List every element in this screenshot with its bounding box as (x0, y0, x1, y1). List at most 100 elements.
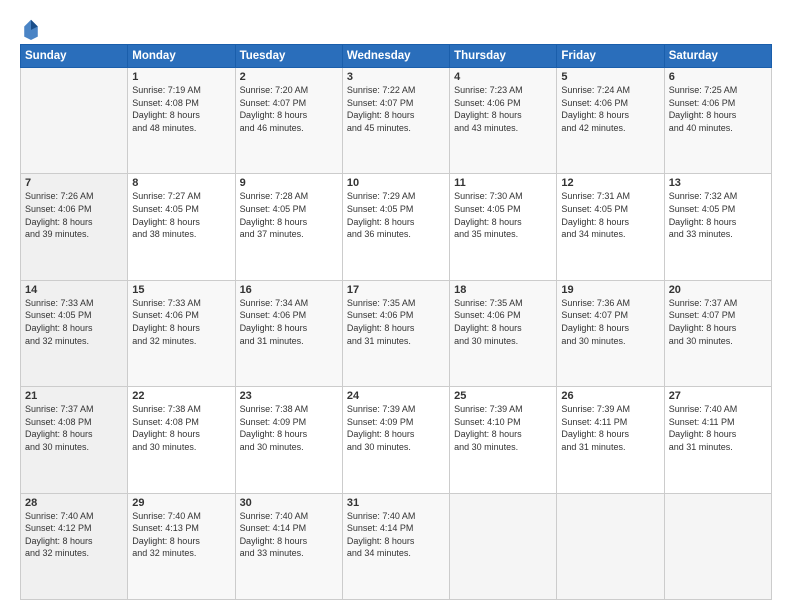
calendar-cell: 22Sunrise: 7:38 AMSunset: 4:08 PMDayligh… (128, 387, 235, 493)
calendar-cell: 8Sunrise: 7:27 AMSunset: 4:05 PMDaylight… (128, 174, 235, 280)
day-info: Sunrise: 7:23 AMSunset: 4:06 PMDaylight:… (454, 84, 552, 134)
calendar-cell: 9Sunrise: 7:28 AMSunset: 4:05 PMDaylight… (235, 174, 342, 280)
calendar-cell: 1Sunrise: 7:19 AMSunset: 4:08 PMDaylight… (128, 68, 235, 174)
header (20, 18, 772, 40)
weekday-header-friday: Friday (557, 45, 664, 68)
day-number: 25 (454, 390, 552, 402)
day-info: Sunrise: 7:25 AMSunset: 4:06 PMDaylight:… (669, 84, 767, 134)
day-info: Sunrise: 7:37 AMSunset: 4:08 PMDaylight:… (25, 403, 123, 453)
weekday-header-wednesday: Wednesday (342, 45, 449, 68)
day-number: 31 (347, 497, 445, 509)
day-number: 12 (561, 177, 659, 189)
calendar-cell (21, 68, 128, 174)
day-number: 13 (669, 177, 767, 189)
day-number: 27 (669, 390, 767, 402)
calendar-cell: 2Sunrise: 7:20 AMSunset: 4:07 PMDaylight… (235, 68, 342, 174)
day-info: Sunrise: 7:19 AMSunset: 4:08 PMDaylight:… (132, 84, 230, 134)
day-info: Sunrise: 7:33 AMSunset: 4:06 PMDaylight:… (132, 297, 230, 347)
day-number: 17 (347, 284, 445, 296)
day-info: Sunrise: 7:38 AMSunset: 4:09 PMDaylight:… (240, 403, 338, 453)
day-number: 4 (454, 71, 552, 83)
calendar-cell: 23Sunrise: 7:38 AMSunset: 4:09 PMDayligh… (235, 387, 342, 493)
day-info: Sunrise: 7:31 AMSunset: 4:05 PMDaylight:… (561, 190, 659, 240)
calendar-week-2: 7Sunrise: 7:26 AMSunset: 4:06 PMDaylight… (21, 174, 772, 280)
day-info: Sunrise: 7:35 AMSunset: 4:06 PMDaylight:… (454, 297, 552, 347)
day-info: Sunrise: 7:22 AMSunset: 4:07 PMDaylight:… (347, 84, 445, 134)
calendar-cell: 24Sunrise: 7:39 AMSunset: 4:09 PMDayligh… (342, 387, 449, 493)
weekday-header-sunday: Sunday (21, 45, 128, 68)
day-number: 21 (25, 390, 123, 402)
calendar-cell: 7Sunrise: 7:26 AMSunset: 4:06 PMDaylight… (21, 174, 128, 280)
day-number: 22 (132, 390, 230, 402)
calendar-cell: 29Sunrise: 7:40 AMSunset: 4:13 PMDayligh… (128, 493, 235, 599)
calendar-table: SundayMondayTuesdayWednesdayThursdayFrid… (20, 44, 772, 600)
calendar-week-1: 1Sunrise: 7:19 AMSunset: 4:08 PMDaylight… (21, 68, 772, 174)
calendar-cell: 25Sunrise: 7:39 AMSunset: 4:10 PMDayligh… (450, 387, 557, 493)
logo (20, 20, 40, 40)
day-number: 26 (561, 390, 659, 402)
day-info: Sunrise: 7:40 AMSunset: 4:14 PMDaylight:… (240, 510, 338, 560)
day-info: Sunrise: 7:26 AMSunset: 4:06 PMDaylight:… (25, 190, 123, 240)
weekday-header-saturday: Saturday (664, 45, 771, 68)
calendar-cell: 20Sunrise: 7:37 AMSunset: 4:07 PMDayligh… (664, 280, 771, 386)
day-number: 15 (132, 284, 230, 296)
calendar-cell: 30Sunrise: 7:40 AMSunset: 4:14 PMDayligh… (235, 493, 342, 599)
day-number: 1 (132, 71, 230, 83)
day-info: Sunrise: 7:33 AMSunset: 4:05 PMDaylight:… (25, 297, 123, 347)
calendar-cell (557, 493, 664, 599)
page: SundayMondayTuesdayWednesdayThursdayFrid… (0, 0, 792, 612)
calendar-cell: 14Sunrise: 7:33 AMSunset: 4:05 PMDayligh… (21, 280, 128, 386)
weekday-header-monday: Monday (128, 45, 235, 68)
day-number: 6 (669, 71, 767, 83)
calendar-cell: 31Sunrise: 7:40 AMSunset: 4:14 PMDayligh… (342, 493, 449, 599)
day-number: 20 (669, 284, 767, 296)
weekday-header-row: SundayMondayTuesdayWednesdayThursdayFrid… (21, 45, 772, 68)
day-number: 9 (240, 177, 338, 189)
day-number: 10 (347, 177, 445, 189)
day-info: Sunrise: 7:40 AMSunset: 4:11 PMDaylight:… (669, 403, 767, 453)
day-number: 30 (240, 497, 338, 509)
day-number: 23 (240, 390, 338, 402)
day-info: Sunrise: 7:32 AMSunset: 4:05 PMDaylight:… (669, 190, 767, 240)
calendar-cell: 21Sunrise: 7:37 AMSunset: 4:08 PMDayligh… (21, 387, 128, 493)
calendar-header: SundayMondayTuesdayWednesdayThursdayFrid… (21, 45, 772, 68)
calendar-week-4: 21Sunrise: 7:37 AMSunset: 4:08 PMDayligh… (21, 387, 772, 493)
calendar-cell (450, 493, 557, 599)
day-number: 7 (25, 177, 123, 189)
day-number: 5 (561, 71, 659, 83)
calendar-cell: 5Sunrise: 7:24 AMSunset: 4:06 PMDaylight… (557, 68, 664, 174)
day-info: Sunrise: 7:37 AMSunset: 4:07 PMDaylight:… (669, 297, 767, 347)
calendar-cell: 27Sunrise: 7:40 AMSunset: 4:11 PMDayligh… (664, 387, 771, 493)
day-number: 3 (347, 71, 445, 83)
day-number: 2 (240, 71, 338, 83)
day-info: Sunrise: 7:29 AMSunset: 4:05 PMDaylight:… (347, 190, 445, 240)
day-info: Sunrise: 7:35 AMSunset: 4:06 PMDaylight:… (347, 297, 445, 347)
day-info: Sunrise: 7:36 AMSunset: 4:07 PMDaylight:… (561, 297, 659, 347)
day-info: Sunrise: 7:38 AMSunset: 4:08 PMDaylight:… (132, 403, 230, 453)
weekday-header-thursday: Thursday (450, 45, 557, 68)
calendar-cell (664, 493, 771, 599)
calendar-cell: 26Sunrise: 7:39 AMSunset: 4:11 PMDayligh… (557, 387, 664, 493)
calendar-body: 1Sunrise: 7:19 AMSunset: 4:08 PMDaylight… (21, 68, 772, 600)
day-number: 11 (454, 177, 552, 189)
day-number: 14 (25, 284, 123, 296)
day-info: Sunrise: 7:20 AMSunset: 4:07 PMDaylight:… (240, 84, 338, 134)
day-number: 29 (132, 497, 230, 509)
calendar-cell: 11Sunrise: 7:30 AMSunset: 4:05 PMDayligh… (450, 174, 557, 280)
calendar-cell: 6Sunrise: 7:25 AMSunset: 4:06 PMDaylight… (664, 68, 771, 174)
day-info: Sunrise: 7:28 AMSunset: 4:05 PMDaylight:… (240, 190, 338, 240)
weekday-header-tuesday: Tuesday (235, 45, 342, 68)
day-number: 19 (561, 284, 659, 296)
logo-icon (22, 18, 40, 40)
day-number: 18 (454, 284, 552, 296)
calendar-week-3: 14Sunrise: 7:33 AMSunset: 4:05 PMDayligh… (21, 280, 772, 386)
day-info: Sunrise: 7:39 AMSunset: 4:10 PMDaylight:… (454, 403, 552, 453)
calendar-cell: 18Sunrise: 7:35 AMSunset: 4:06 PMDayligh… (450, 280, 557, 386)
calendar-cell: 17Sunrise: 7:35 AMSunset: 4:06 PMDayligh… (342, 280, 449, 386)
calendar-cell: 13Sunrise: 7:32 AMSunset: 4:05 PMDayligh… (664, 174, 771, 280)
day-info: Sunrise: 7:30 AMSunset: 4:05 PMDaylight:… (454, 190, 552, 240)
calendar-cell: 12Sunrise: 7:31 AMSunset: 4:05 PMDayligh… (557, 174, 664, 280)
calendar-cell: 3Sunrise: 7:22 AMSunset: 4:07 PMDaylight… (342, 68, 449, 174)
day-number: 28 (25, 497, 123, 509)
calendar-week-5: 28Sunrise: 7:40 AMSunset: 4:12 PMDayligh… (21, 493, 772, 599)
